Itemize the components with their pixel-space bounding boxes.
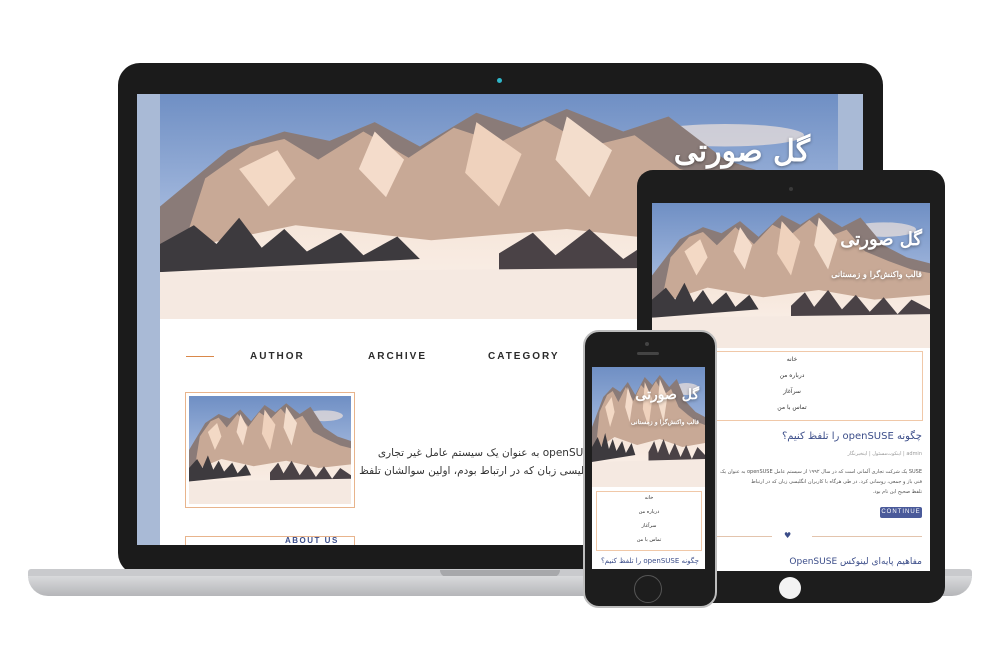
phone-camera <box>645 342 649 346</box>
tablet-excerpt-line-3: تلفظ صحیح این نام بود. <box>872 489 922 495</box>
about-us-label[interactable]: ABOUT US <box>285 536 339 545</box>
nav-archive[interactable]: ARCHIVE <box>368 351 427 362</box>
phone-speaker <box>637 352 659 355</box>
site-title[interactable]: گل صورتی <box>674 134 810 169</box>
nav-author[interactable]: AUTHOR <box>250 351 305 362</box>
tablet-post-title[interactable]: چگونه openSUSE را تلفظ کنیم؟ <box>782 431 922 442</box>
tablet-home-button[interactable] <box>779 577 801 599</box>
phone-home-button[interactable] <box>634 575 662 603</box>
tablet-continue-button[interactable]: CONTINUE <box>880 507 922 518</box>
tablet-site-title[interactable]: گل صورتی <box>840 229 922 250</box>
tablet-post-meta: admin | اینکوت‌مسئول | اینخبرنگار <box>847 451 922 457</box>
nav-decor-line <box>186 356 214 357</box>
tablet-excerpt-line-1: SUSE یک شرکت تجاری آلمانی است که در سال … <box>720 469 922 475</box>
laptop-camera <box>497 78 502 83</box>
phone-subtitle: قالب واکنش‌گرا و زمستانی <box>630 419 699 426</box>
tablet-second-post-title[interactable]: مفاهیم پایه‌ای لینوکس OpenSUSE <box>789 557 922 567</box>
phone-menu-contact[interactable]: تماس با من <box>597 537 701 543</box>
phone-site-title[interactable]: گل صورتی <box>635 387 699 403</box>
phone-post-title[interactable]: چگونه openSUSE را تلفظ کنیم؟ <box>601 557 699 565</box>
tablet-subtitle: قالب واکنش‌گرا و زمستانی <box>831 269 922 279</box>
post-excerpt-line-2: ی و انگلیسی زبان که در ارتباط بودم، اولی… <box>359 465 616 477</box>
tablet-excerpt-line-2: فنی باز و جمعی، روسانی کرد. در طی هرگاه … <box>751 479 922 485</box>
phone-header-image <box>592 367 705 487</box>
phone-menu-start[interactable]: سرآغاز <box>597 523 701 529</box>
phone-screen: گل صورتی قالب واکنش‌گرا و زمستانی خانه د… <box>592 367 705 569</box>
phone-menu-about[interactable]: درباره من <box>597 509 701 515</box>
phone-menu: خانه درباره من سرآغاز تماس با من <box>596 491 702 551</box>
tablet-camera <box>789 187 793 191</box>
phone-menu-home[interactable]: خانه <box>597 495 701 501</box>
nav-category[interactable]: CATEGORY <box>488 351 560 362</box>
post-thumbnail[interactable] <box>185 392 355 508</box>
heart-icon: ♥ <box>784 531 792 540</box>
tablet-divider-right <box>812 536 922 537</box>
